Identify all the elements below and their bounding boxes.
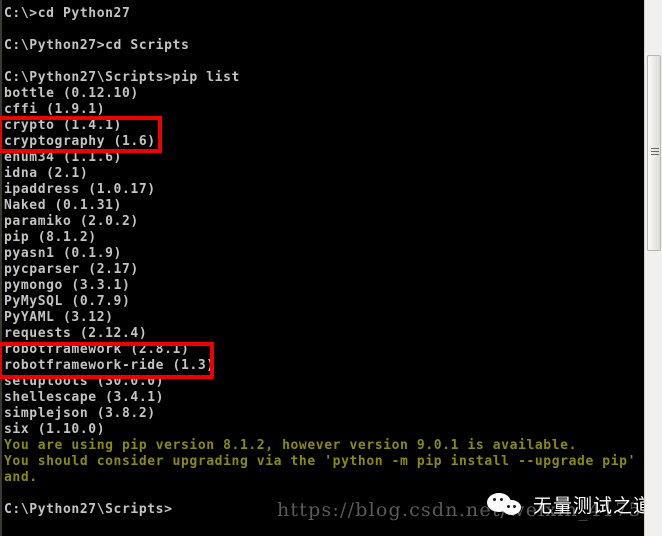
console-line: cffi (1.9.1) (4, 102, 106, 117)
console-line: robotframework-ride (1.3) (4, 358, 215, 373)
console-line: pycparser (2.17) (4, 262, 139, 277)
command-prompt-window[interactable]: C:\>cd Python27 C:\Python27>cd Scripts C… (0, 0, 644, 536)
wechat-account-name: 无量测试之道 (533, 495, 644, 517)
console-line: C:\Python27\Scripts>pip list (4, 70, 240, 85)
console-left-edge (0, 0, 2, 536)
console-line: C:\Python27>cd Scripts (4, 38, 190, 53)
console-line: C:\>cd Python27 (4, 6, 131, 21)
console-line: requests (2.12.4) (4, 326, 148, 341)
console-line: robotframework (2.8.1) (4, 342, 190, 357)
console-line: You are using pip version 8.1.2, however… (4, 438, 578, 453)
console-line: PyYAML (3.12) (4, 310, 114, 325)
console-line: ipaddress (1.0.17) (4, 182, 156, 197)
screenshot-root: C:\>cd Python27 C:\Python27>cd Scripts C… (0, 0, 662, 536)
console-line: setuptools (30.0.0) (4, 374, 165, 389)
console-line: crypto (1.4.1) (4, 118, 122, 133)
console-line: Naked (0.1.31) (4, 198, 122, 213)
console-line: bottle (0.12.10) (4, 86, 139, 101)
console-line: paramiko (2.0.2) (4, 214, 139, 229)
wechat-icon (487, 492, 527, 518)
console-line: You should consider upgrading via the 'p… (4, 454, 644, 469)
console-line: simplejson (3.8.2) (4, 406, 156, 421)
console-line: pymongo (3.3.1) (4, 278, 131, 293)
console-line: PyMySQL (0.7.9) (4, 294, 131, 309)
console-line: cryptography (1.6) (4, 134, 156, 149)
console-line: pyasn1 (0.1.9) (4, 246, 122, 261)
console-line: enum34 (1.1.6) (4, 150, 122, 165)
wechat-watermark: 无量测试之道 (487, 491, 644, 518)
console-line: pip (8.1.2) (4, 230, 97, 245)
console-output: C:\>cd Python27 C:\Python27>cd Scripts C… (4, 6, 644, 518)
vertical-scrollbar[interactable] (644, 0, 662, 536)
console-line: six (1.10.0) (4, 422, 106, 437)
console-line: and. (4, 470, 38, 485)
scrollbar-thumb[interactable] (647, 55, 661, 251)
scrollbar-grip-icon (651, 148, 659, 157)
console-line: shellescape (3.4.1) (4, 390, 165, 405)
console-line: idna (2.1) (4, 166, 89, 181)
